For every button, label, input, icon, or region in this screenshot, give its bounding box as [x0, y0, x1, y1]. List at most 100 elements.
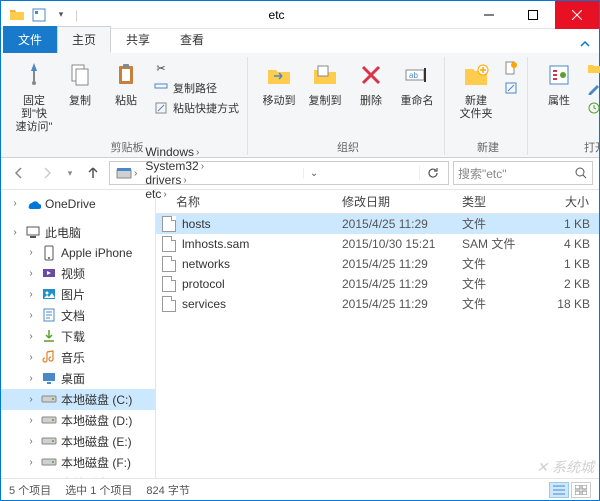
ribbon: 固定到"快 速访问" 复制 粘贴 ✂ 复制路径 粘贴快捷方式 剪贴板 — [1, 53, 599, 158]
easy-access-button[interactable] — [501, 79, 521, 97]
file-type: SAM 文件 — [456, 235, 526, 252]
expand-icon[interactable]: › — [25, 247, 37, 258]
expand-icon[interactable]: › — [25, 331, 37, 342]
file-type: 文件 — [456, 255, 526, 272]
expand-icon[interactable]: › — [25, 457, 37, 468]
expand-icon[interactable]: › — [25, 268, 37, 279]
address-bar[interactable]: › Windows›System32›drivers›etc› ⌄ — [109, 161, 449, 185]
nav-back-button[interactable] — [7, 161, 31, 185]
minimize-button[interactable] — [467, 1, 511, 29]
file-row[interactable]: networks2015/4/25 11:29文件1 KB — [156, 254, 599, 274]
copy-to-button[interactable]: 复制到 — [304, 57, 346, 110]
tree-node[interactable]: ›Apple iPhone — [1, 243, 155, 263]
file-date: 2015/4/25 11:29 — [336, 257, 456, 271]
tree-node[interactable]: ›下载 — [1, 326, 155, 347]
expand-icon[interactable]: › — [25, 373, 37, 384]
file-row[interactable]: hosts2015/4/25 11:29文件1 KB — [156, 214, 599, 234]
copy-button[interactable]: 复制 — [59, 57, 101, 110]
expand-icon[interactable]: › — [25, 310, 37, 321]
tree-node[interactable]: ›图片 — [1, 284, 155, 305]
history-button[interactable]: 历史记录 — [584, 99, 600, 117]
properties-button[interactable]: 属性 — [538, 57, 580, 110]
view-thumbnails-button[interactable] — [571, 482, 591, 498]
tree-node[interactable]: ›本地磁盘 (C:) — [1, 389, 155, 410]
ribbon-tabs: 文件 主页 共享 查看 — [1, 29, 599, 53]
copy-path-button[interactable]: 复制路径 — [151, 79, 241, 97]
col-name[interactable]: 名称 — [156, 193, 336, 210]
explorer-window: ▾ | etc 文件 主页 共享 查看 固定到"快 速访问" — [0, 0, 600, 501]
tab-view[interactable]: 查看 — [165, 26, 219, 53]
tree-node[interactable]: ›文档 — [1, 305, 155, 326]
paste-shortcut-button[interactable]: 粘贴快捷方式 — [151, 99, 241, 117]
close-button[interactable] — [555, 1, 599, 29]
pin-to-quick-access-button[interactable]: 固定到"快 速访问" — [13, 57, 55, 137]
drive-icon — [41, 454, 57, 470]
expand-icon[interactable]: › — [9, 227, 21, 238]
expand-icon[interactable]: › — [25, 352, 37, 363]
expand-icon[interactable]: › — [25, 436, 37, 447]
expand-icon[interactable]: › — [9, 198, 21, 209]
tree-node[interactable]: ›音乐 — [1, 347, 155, 368]
col-type[interactable]: 类型 — [456, 193, 526, 210]
tree-node[interactable]: ›视频 — [1, 263, 155, 284]
expand-icon[interactable]: › — [25, 415, 37, 426]
file-row[interactable]: protocol2015/4/25 11:29文件2 KB — [156, 274, 599, 294]
expand-icon[interactable]: › — [25, 394, 37, 405]
tab-share[interactable]: 共享 — [111, 26, 165, 53]
view-details-button[interactable] — [549, 482, 569, 498]
tree-label: OneDrive — [45, 197, 96, 211]
ribbon-group-organize: 移动到 复制到 删除 ab 重命名 组织 — [252, 57, 445, 155]
tree-node[interactable]: ›桌面 — [1, 368, 155, 389]
move-to-button[interactable]: 移动到 — [258, 57, 300, 110]
ribbon-group-clipboard: 固定到"快 速访问" 复制 粘贴 ✂ 复制路径 粘贴快捷方式 剪贴板 — [7, 57, 248, 155]
maximize-button[interactable] — [511, 1, 555, 29]
tab-file[interactable]: 文件 — [3, 26, 57, 53]
cut-button[interactable]: ✂ — [151, 59, 241, 77]
file-size: 4 KB — [526, 237, 596, 251]
folder-icon — [9, 7, 25, 23]
tree-node[interactable]: › 本地磁盘 (F:) — [1, 452, 155, 473]
tree-node[interactable]: › OneDrive — [1, 194, 155, 214]
file-icon — [162, 216, 176, 232]
cloud-icon — [25, 196, 41, 212]
file-name: protocol — [182, 277, 225, 291]
qat-dropdown-icon[interactable]: ▾ — [53, 7, 69, 23]
window-title: etc — [86, 8, 467, 22]
delete-button[interactable]: 删除 — [350, 57, 392, 110]
col-date[interactable]: 修改日期 — [336, 193, 456, 210]
nav-up-button[interactable] — [81, 161, 105, 185]
tree-label: 本地磁盘 (F:) — [61, 454, 131, 471]
ribbon-collapse-button[interactable] — [571, 37, 599, 53]
new-item-button[interactable] — [501, 59, 521, 77]
refresh-button[interactable] — [419, 166, 446, 180]
ribbon-group-new: 新建 文件夹 新建 — [449, 57, 528, 155]
nav-tree[interactable]: › OneDrive ›此电脑›Apple iPhone›视频›图片›文档›下载›音… — [1, 190, 156, 478]
ribbon-group-open: 属性 打开 编辑 历史记录 打开 — [532, 57, 600, 155]
nav-recent-dropdown[interactable]: ▾ — [63, 161, 77, 185]
qat-properties-icon[interactable] — [31, 7, 47, 23]
col-size[interactable]: 大小 — [526, 193, 596, 210]
tree-node[interactable]: ›此电脑 — [1, 222, 155, 243]
nav-forward-button[interactable] — [35, 161, 59, 185]
breadcrumb-segment[interactable]: Windows› — [141, 145, 208, 159]
rename-button[interactable]: ab 重命名 — [396, 57, 438, 110]
tree-node[interactable]: ›本地磁盘 (D:) — [1, 410, 155, 431]
file-row[interactable]: services2015/4/25 11:29文件18 KB — [156, 294, 599, 314]
breadcrumb-root-icon[interactable]: › — [112, 166, 141, 180]
expand-icon[interactable]: › — [25, 289, 37, 300]
search-input[interactable]: 搜索"etc" — [453, 161, 593, 185]
desktop-icon — [41, 370, 57, 386]
tree-node[interactable]: › 本地磁盘 (E:) — [1, 431, 155, 452]
file-list[interactable]: hosts2015/4/25 11:29文件1 KBlmhosts.sam201… — [156, 214, 599, 478]
paste-button[interactable]: 粘贴 — [105, 57, 147, 110]
breadcrumb-segment[interactable]: drivers› — [141, 173, 208, 187]
tree-label: 本地磁盘 (E:) — [61, 433, 132, 450]
tab-home[interactable]: 主页 — [57, 26, 111, 53]
edit-button[interactable]: 编辑 — [584, 79, 600, 97]
search-icon — [574, 166, 588, 180]
address-dropdown-icon[interactable]: ⌄ — [303, 168, 324, 179]
breadcrumb-segment[interactable]: System32› — [141, 159, 208, 173]
open-button[interactable]: 打开 — [584, 59, 600, 77]
file-row[interactable]: lmhosts.sam2015/10/30 15:21SAM 文件4 KB — [156, 234, 599, 254]
new-folder-button[interactable]: 新建 文件夹 — [455, 57, 497, 123]
